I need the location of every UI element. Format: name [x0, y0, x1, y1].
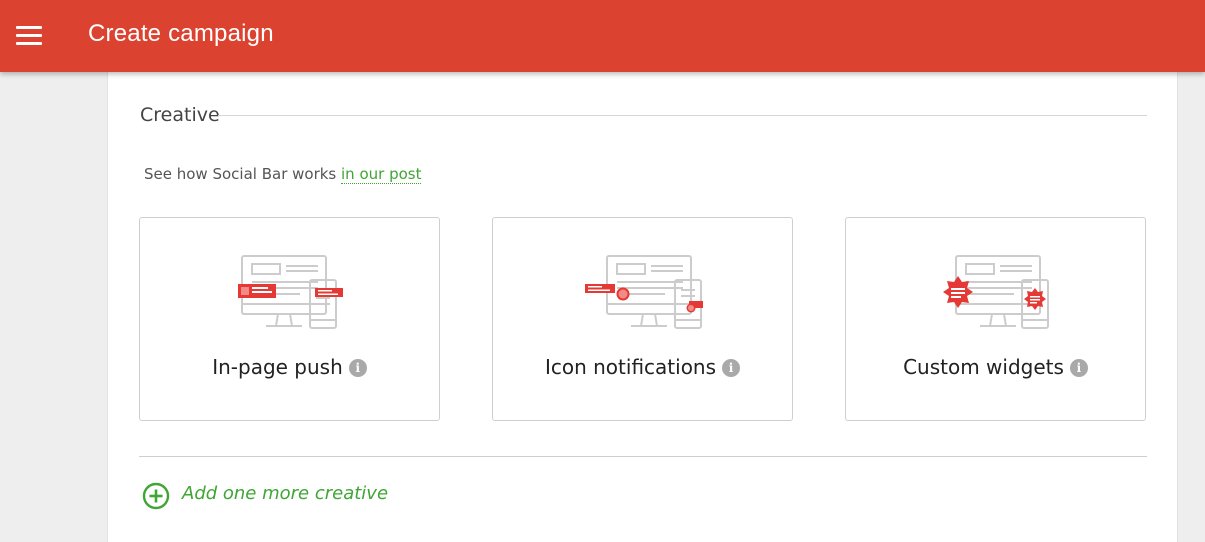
info-icon[interactable]: i [722, 359, 741, 377]
creative-section-header: Creative [140, 104, 1147, 130]
section-divider [218, 115, 1147, 116]
add-creative-label: Add one more creative [182, 483, 389, 504]
creative-tile-in-page-push[interactable]: In-page push i [139, 217, 440, 421]
creatives-divider [139, 456, 1147, 457]
tile-label: Icon notifications i [493, 355, 792, 379]
creative-tile-icon-notifications[interactable]: Icon notifications i [492, 217, 793, 421]
icon-notifications-illustration [585, 255, 703, 329]
custom-widgets-illustration [943, 255, 1049, 329]
page-title: Create campaign [88, 20, 274, 47]
section-title: Creative [140, 104, 220, 126]
help-text-prefix: See how Social Bar works [144, 165, 342, 183]
tile-label-text: Custom widgets [903, 355, 1064, 379]
info-icon[interactable]: i [1069, 359, 1088, 377]
info-icon[interactable]: i [348, 359, 367, 377]
in-page-push-illustration [238, 255, 343, 329]
help-text: See how Social Bar works in our post [144, 165, 422, 184]
tile-label-text: Icon notifications [544, 355, 717, 379]
plus-circle-icon [142, 482, 170, 510]
campaign-form-card: Creative See how Social Bar works in our… [107, 72, 1178, 542]
tile-label: In-page push i [140, 355, 439, 379]
help-post-link[interactable]: in our post [341, 165, 422, 184]
creative-tile-custom-widgets[interactable]: Custom widgets i [845, 217, 1146, 421]
hamburger-menu-icon[interactable] [16, 26, 42, 46]
tile-label: Custom widgets i [846, 355, 1145, 379]
app-header: Create campaign [0, 0, 1205, 72]
tile-label-text: In-page push [212, 355, 343, 379]
